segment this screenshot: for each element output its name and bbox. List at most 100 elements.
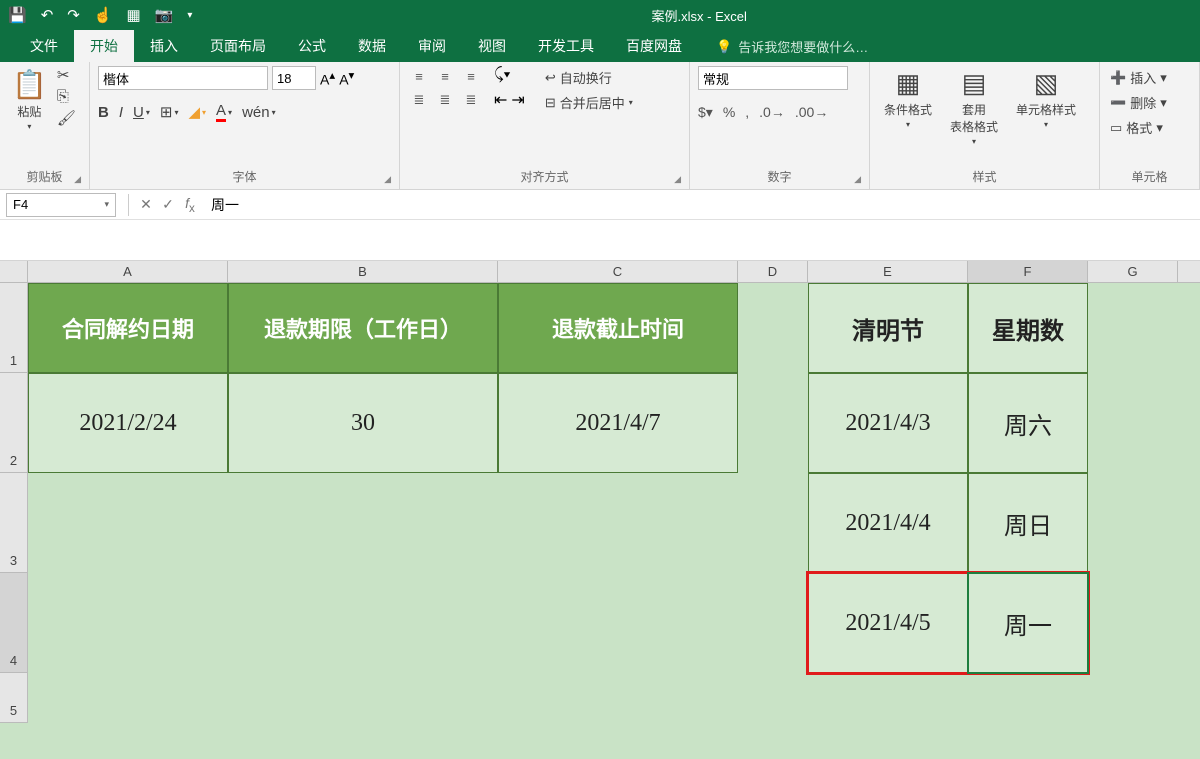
wrap-text-button[interactable]: ↩自动换行: [541, 66, 637, 89]
col-header-F[interactable]: F: [968, 261, 1088, 282]
new-icon[interactable]: ▦: [127, 6, 141, 24]
number-format-select[interactable]: [698, 66, 848, 90]
format-painter-icon[interactable]: 🖌: [57, 109, 76, 127]
save-icon[interactable]: 💾: [8, 6, 27, 24]
fx-icon[interactable]: fx: [179, 195, 201, 215]
orientation-button[interactable]: ⤹▾: [494, 66, 525, 84]
cell-F1[interactable]: 星期数: [968, 283, 1088, 373]
cell-E2[interactable]: 2021/4/3: [808, 373, 968, 473]
tab-review[interactable]: 审阅: [402, 30, 462, 62]
align-center-icon[interactable]: ≣: [434, 90, 456, 110]
tab-layout[interactable]: 页面布局: [194, 30, 282, 62]
cell-E4[interactable]: 2021/4/5: [808, 573, 968, 673]
underline-button[interactable]: U▾: [133, 102, 150, 122]
cell-E3[interactable]: 2021/4/4: [808, 473, 968, 573]
column-headers: A B C D E F G: [0, 261, 1200, 283]
name-box[interactable]: F4 ▾: [6, 193, 116, 217]
cell-E1[interactable]: 清明节: [808, 283, 968, 373]
align-right-icon[interactable]: ≣: [460, 90, 482, 110]
merge-center-button[interactable]: ⊟合并后居中 ▾: [541, 91, 637, 114]
col-header-B[interactable]: B: [228, 261, 498, 282]
align-top-icon[interactable]: ≡: [408, 66, 430, 86]
paste-button[interactable]: 📋 粘贴 ▾: [8, 66, 51, 133]
tab-file[interactable]: 文件: [14, 30, 74, 62]
window-title: 案例.xlsx - Excel: [206, 6, 1192, 25]
row-header-5[interactable]: 5: [0, 673, 28, 723]
insert-cells-button[interactable]: ➕插入 ▾: [1108, 66, 1169, 89]
decrease-indent-icon[interactable]: ⇤: [494, 90, 507, 110]
delete-cells-button[interactable]: ➖删除 ▾: [1108, 91, 1169, 114]
italic-button[interactable]: I: [119, 102, 123, 122]
cell-A2[interactable]: 2021/2/24: [28, 373, 228, 473]
group-styles: ▦条件格式▾ ▤套用 表格格式▾ ▧单元格样式▾ 样式: [870, 62, 1100, 189]
decrease-decimal-icon[interactable]: .00→: [795, 104, 828, 121]
bold-button[interactable]: B: [98, 102, 109, 122]
tab-developer[interactable]: 开发工具: [522, 30, 610, 62]
row-header-4[interactable]: 4: [0, 573, 28, 673]
tab-data[interactable]: 数据: [342, 30, 402, 62]
formula-input[interactable]: 周一: [201, 195, 1200, 215]
tab-insert[interactable]: 插入: [134, 30, 194, 62]
confirm-formula-icon[interactable]: ✓: [157, 196, 179, 213]
format-cells-button[interactable]: ▭格式 ▾: [1108, 116, 1165, 139]
group-label: 样式: [878, 166, 1091, 187]
tab-view[interactable]: 视图: [462, 30, 522, 62]
formula-bar-area: F4 ▾ ✕ ✓ fx 周一: [0, 190, 1200, 261]
border-button[interactable]: ⊞▾: [160, 102, 179, 122]
fill-color-button[interactable]: ◢▾: [188, 102, 206, 122]
cell-F4[interactable]: 周一: [968, 573, 1088, 673]
row-header-2[interactable]: 2: [0, 373, 28, 473]
col-header-A[interactable]: A: [28, 261, 228, 282]
dialog-launcher-icon[interactable]: ◢: [854, 174, 861, 185]
accounting-format-button[interactable]: $▾: [698, 104, 713, 121]
copy-icon[interactable]: ⎘: [57, 88, 76, 105]
tab-formulas[interactable]: 公式: [282, 30, 342, 62]
row-header-3[interactable]: 3: [0, 473, 28, 573]
cell-B1[interactable]: 退款期限（工作日）: [228, 283, 498, 373]
cell-styles-button[interactable]: ▧单元格样式▾: [1010, 66, 1082, 131]
dialog-launcher-icon[interactable]: ◢: [674, 174, 681, 185]
cell-F2[interactable]: 周六: [968, 373, 1088, 473]
increase-font-icon[interactable]: A▴: [320, 68, 335, 88]
select-all-corner[interactable]: [0, 261, 28, 282]
percent-button[interactable]: %: [723, 104, 735, 121]
col-header-G[interactable]: G: [1088, 261, 1178, 282]
row-header-1[interactable]: 1: [0, 283, 28, 373]
cell-C1[interactable]: 退款截止时间: [498, 283, 738, 373]
font-name-select[interactable]: [98, 66, 268, 90]
font-size-select[interactable]: [272, 66, 316, 90]
tab-baidu[interactable]: 百度网盘: [610, 30, 698, 62]
align-bottom-icon[interactable]: ≡: [460, 66, 482, 86]
col-header-D[interactable]: D: [738, 261, 808, 282]
dialog-launcher-icon[interactable]: ◢: [74, 174, 81, 185]
align-middle-icon[interactable]: ≡: [434, 66, 456, 86]
undo-icon[interactable]: ↶: [41, 6, 54, 24]
increase-decimal-icon[interactable]: .0→: [759, 104, 785, 121]
format-table-button[interactable]: ▤套用 表格格式▾: [944, 66, 1004, 148]
touch-mode-icon[interactable]: ☝: [94, 6, 113, 24]
conditional-format-button[interactable]: ▦条件格式▾: [878, 66, 938, 131]
cell-F3[interactable]: 周日: [968, 473, 1088, 573]
comma-button[interactable]: ,: [745, 104, 749, 121]
qat-more-icon[interactable]: ▾: [187, 10, 192, 21]
group-number: $▾ % , .0→ .00→ 数字◢: [690, 62, 870, 189]
tell-me-search[interactable]: 💡 告诉我您想要做什么…: [716, 37, 868, 62]
col-header-E[interactable]: E: [808, 261, 968, 282]
align-left-icon[interactable]: ≣: [408, 90, 430, 110]
cut-icon[interactable]: ✂: [57, 66, 76, 84]
increase-indent-icon[interactable]: ⇥: [511, 90, 524, 110]
col-header-C[interactable]: C: [498, 261, 738, 282]
cell-B2[interactable]: 30: [228, 373, 498, 473]
redo-icon[interactable]: ↷: [67, 6, 80, 24]
phonetic-button[interactable]: wén▾: [242, 102, 276, 122]
decrease-font-icon[interactable]: A▾: [339, 68, 354, 88]
table-format-icon: ▤: [962, 68, 987, 99]
cancel-formula-icon[interactable]: ✕: [135, 196, 157, 213]
cell-C2[interactable]: 2021/4/7: [498, 373, 738, 473]
cell-A1[interactable]: 合同解约日期: [28, 283, 228, 373]
camera-icon[interactable]: 📷: [155, 6, 174, 24]
dialog-launcher-icon[interactable]: ◢: [384, 174, 391, 185]
tab-home[interactable]: 开始: [74, 30, 134, 62]
font-color-button[interactable]: A▾: [216, 102, 232, 122]
spreadsheet-grid[interactable]: A B C D E F G 1 2 3 4 5 合同解约日期 退款期限（工作日）…: [0, 261, 1200, 759]
